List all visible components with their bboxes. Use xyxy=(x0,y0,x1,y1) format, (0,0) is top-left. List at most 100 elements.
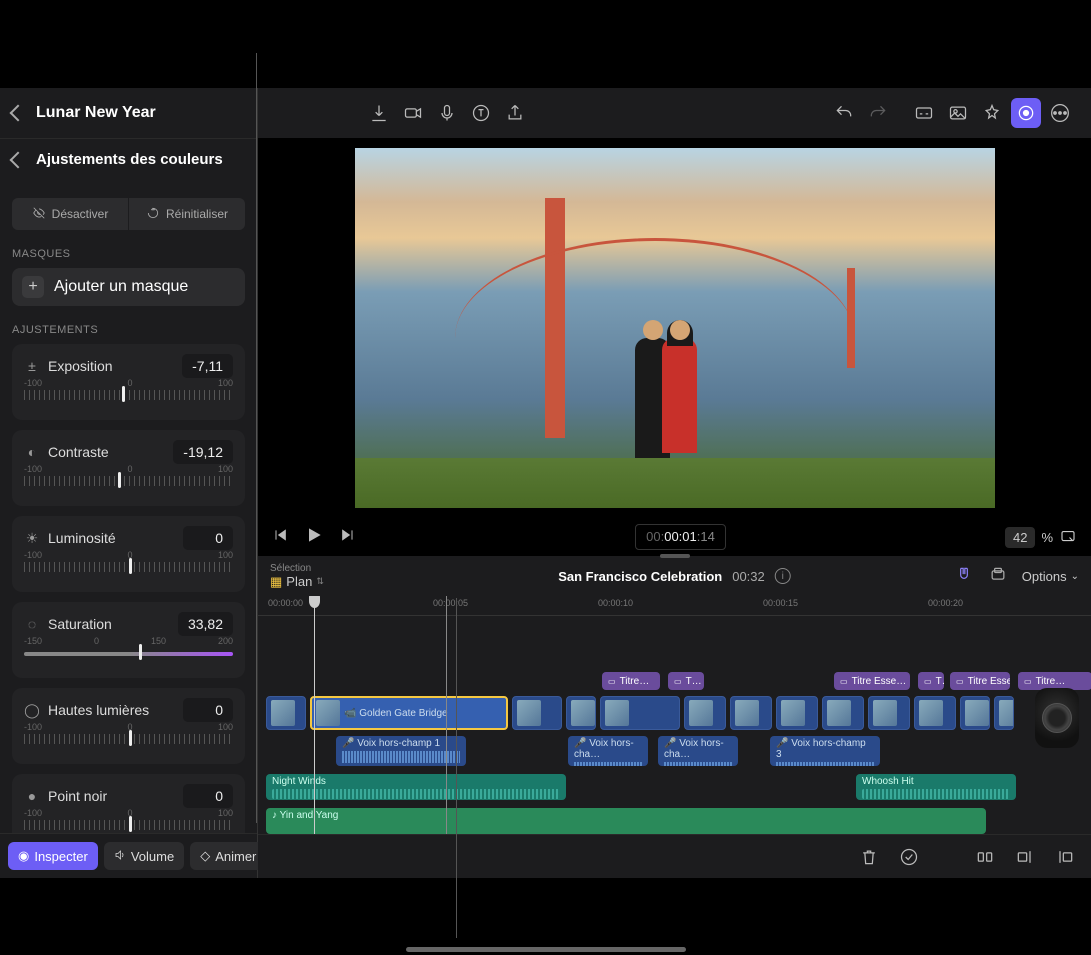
adj-slider[interactable]: -1000100 xyxy=(24,728,233,754)
voiceover-clip[interactable]: 🎤 Voix hors-cha… xyxy=(568,736,648,766)
home-indicator[interactable] xyxy=(406,947,686,952)
snapping-icon[interactable] xyxy=(988,565,1008,588)
video-clip[interactable] xyxy=(600,696,680,730)
timeline-project-name: San Francisco Celebration xyxy=(558,569,722,584)
adjustment-exposition: ±Exposition -7,11 -1000100 xyxy=(12,344,245,420)
video-clip[interactable] xyxy=(868,696,910,730)
trim-out-icon[interactable] xyxy=(1053,845,1077,869)
adj-icon: ◌ xyxy=(24,616,40,632)
adj-slider[interactable]: -1000100 xyxy=(24,556,233,582)
video-clip[interactable] xyxy=(730,696,772,730)
title-clip[interactable]: ▭Titre… xyxy=(602,672,660,690)
voiceover-clip[interactable]: 🎤 Voix hors-cha… xyxy=(658,736,738,766)
reset-button[interactable]: Réinitialiser xyxy=(129,198,245,230)
video-clip[interactable] xyxy=(822,696,864,730)
digital-crown[interactable] xyxy=(1035,688,1079,748)
video-clip[interactable]: 📹 Golden Gate Bridge xyxy=(310,696,508,730)
title-clip[interactable]: ▭T… xyxy=(668,672,704,690)
share-icon[interactable] xyxy=(500,98,530,128)
audio-clip[interactable]: Night Winds xyxy=(266,774,566,800)
title-clip[interactable]: ▭T… xyxy=(918,672,944,690)
adj-value-input[interactable]: 0 xyxy=(183,784,233,808)
adj-icon: ☀ xyxy=(24,530,40,546)
timeline-ruler[interactable]: 00:00:0000:00:0500:00:1000:00:1500:00:20 xyxy=(258,596,1091,616)
audio-clip[interactable]: Whoosh Hit xyxy=(856,774,1016,800)
video-clip[interactable] xyxy=(994,696,1014,730)
import-icon[interactable] xyxy=(364,98,394,128)
adjustment-hautes-lumières: ◯Hautes lumières 0 -1000100 xyxy=(12,688,245,764)
adj-slider[interactable]: -1000100 xyxy=(24,814,233,833)
camera-icon[interactable] xyxy=(398,98,428,128)
video-clip[interactable]: 📹 P… xyxy=(566,696,596,730)
adj-value-input[interactable]: 0 xyxy=(183,698,233,722)
trim-in-icon[interactable] xyxy=(1013,845,1037,869)
video-clip[interactable] xyxy=(266,696,306,730)
back-project-button[interactable] xyxy=(10,105,27,122)
split-icon[interactable] xyxy=(973,845,997,869)
voiceover-icon[interactable] xyxy=(432,98,462,128)
inspect-tab[interactable]: ◉ Inspecter xyxy=(8,842,98,870)
adj-slider[interactable]: -1000100 xyxy=(24,470,233,496)
adj-value-input[interactable]: -7,11 xyxy=(182,354,233,378)
clip-label: 📹 Golden Gate Bridge xyxy=(344,708,448,719)
preview-frame xyxy=(355,148,995,508)
plus-icon: + xyxy=(22,276,44,298)
timeline[interactable]: 00:00:0000:00:0500:00:1000:00:1500:00:20… xyxy=(258,596,1091,834)
photo-icon[interactable] xyxy=(943,98,973,128)
adj-icon: ● xyxy=(24,788,40,804)
play-button[interactable] xyxy=(304,525,324,550)
video-clip[interactable] xyxy=(914,696,956,730)
add-mask-button[interactable]: + Ajouter un masque xyxy=(12,268,245,306)
info-icon[interactable]: i xyxy=(775,568,791,584)
reset-icon xyxy=(146,206,160,223)
disable-button[interactable]: Désactiver xyxy=(12,198,128,230)
zoom-value[interactable]: 42 xyxy=(1005,527,1035,548)
undo-icon[interactable] xyxy=(829,98,859,128)
more-icon[interactable] xyxy=(1045,98,1075,128)
main-area: 00:00:01:14 42 % Sélection ▦ Plan ⇅ San … xyxy=(258,88,1091,878)
video-clip[interactable] xyxy=(512,696,562,730)
animate-tab[interactable]: ◇ Animer xyxy=(190,842,266,870)
adjustment-contraste: ◐Contraste -19,12 -1000100 xyxy=(12,430,245,506)
edit-footer xyxy=(258,834,1091,878)
check-icon[interactable] xyxy=(897,845,921,869)
prev-frame-button[interactable] xyxy=(272,527,288,548)
adj-icon: ± xyxy=(24,358,40,374)
adj-value-input[interactable]: -19,12 xyxy=(173,440,233,464)
video-clip[interactable] xyxy=(684,696,726,730)
timeline-grip[interactable] xyxy=(660,554,690,558)
color-icon[interactable] xyxy=(1011,98,1041,128)
video-clip[interactable] xyxy=(960,696,990,730)
title-clip[interactable]: ▭Titre Esse… xyxy=(950,672,1010,690)
playback-bar: 00:00:01:14 42 % xyxy=(258,518,1091,556)
timecode-display[interactable]: 00:00:01:14 xyxy=(635,524,726,550)
eye-off-icon xyxy=(32,206,46,223)
titles-icon[interactable] xyxy=(466,98,496,128)
adjustment-point-noir: ●Point noir 0 -1000100 xyxy=(12,774,245,833)
adjustment-luminosité: ☀Luminosité 0 -1000100 xyxy=(12,516,245,592)
volume-tab[interactable]: Volume xyxy=(104,842,184,870)
video-clip[interactable] xyxy=(776,696,818,730)
adj-slider[interactable]: -1000100 xyxy=(24,384,233,410)
fullscreen-icon[interactable] xyxy=(1059,527,1077,548)
voiceover-clip[interactable]: 🎤 Voix hors-champ 3 xyxy=(770,736,880,766)
inspect-icon: ◉ xyxy=(18,848,29,864)
plan-dropdown[interactable]: ▦ Plan ⇅ xyxy=(270,574,324,590)
options-dropdown[interactable]: Options ⌄ xyxy=(1022,569,1079,584)
magnetic-icon[interactable] xyxy=(954,565,974,588)
preview-viewer[interactable] xyxy=(258,138,1091,518)
adj-value-input[interactable]: 33,82 xyxy=(178,612,233,636)
redo-icon[interactable] xyxy=(863,98,893,128)
trash-icon[interactable] xyxy=(857,845,881,869)
caption-icon[interactable] xyxy=(909,98,939,128)
next-frame-button[interactable] xyxy=(340,527,356,548)
adj-slider[interactable]: -1500150200 xyxy=(24,642,233,668)
adj-icon: ◐ xyxy=(24,444,40,460)
back-panel-button[interactable] xyxy=(10,151,27,168)
music-clip[interactable]: ♪ Yin and Yang xyxy=(266,808,986,834)
adj-value-input[interactable]: 0 xyxy=(183,526,233,550)
title-clip[interactable]: ▭Titre Esse… xyxy=(834,672,910,690)
effects-icon[interactable] xyxy=(977,98,1007,128)
playhead[interactable] xyxy=(314,596,315,834)
panel-title: Ajustements des couleurs xyxy=(36,151,223,168)
